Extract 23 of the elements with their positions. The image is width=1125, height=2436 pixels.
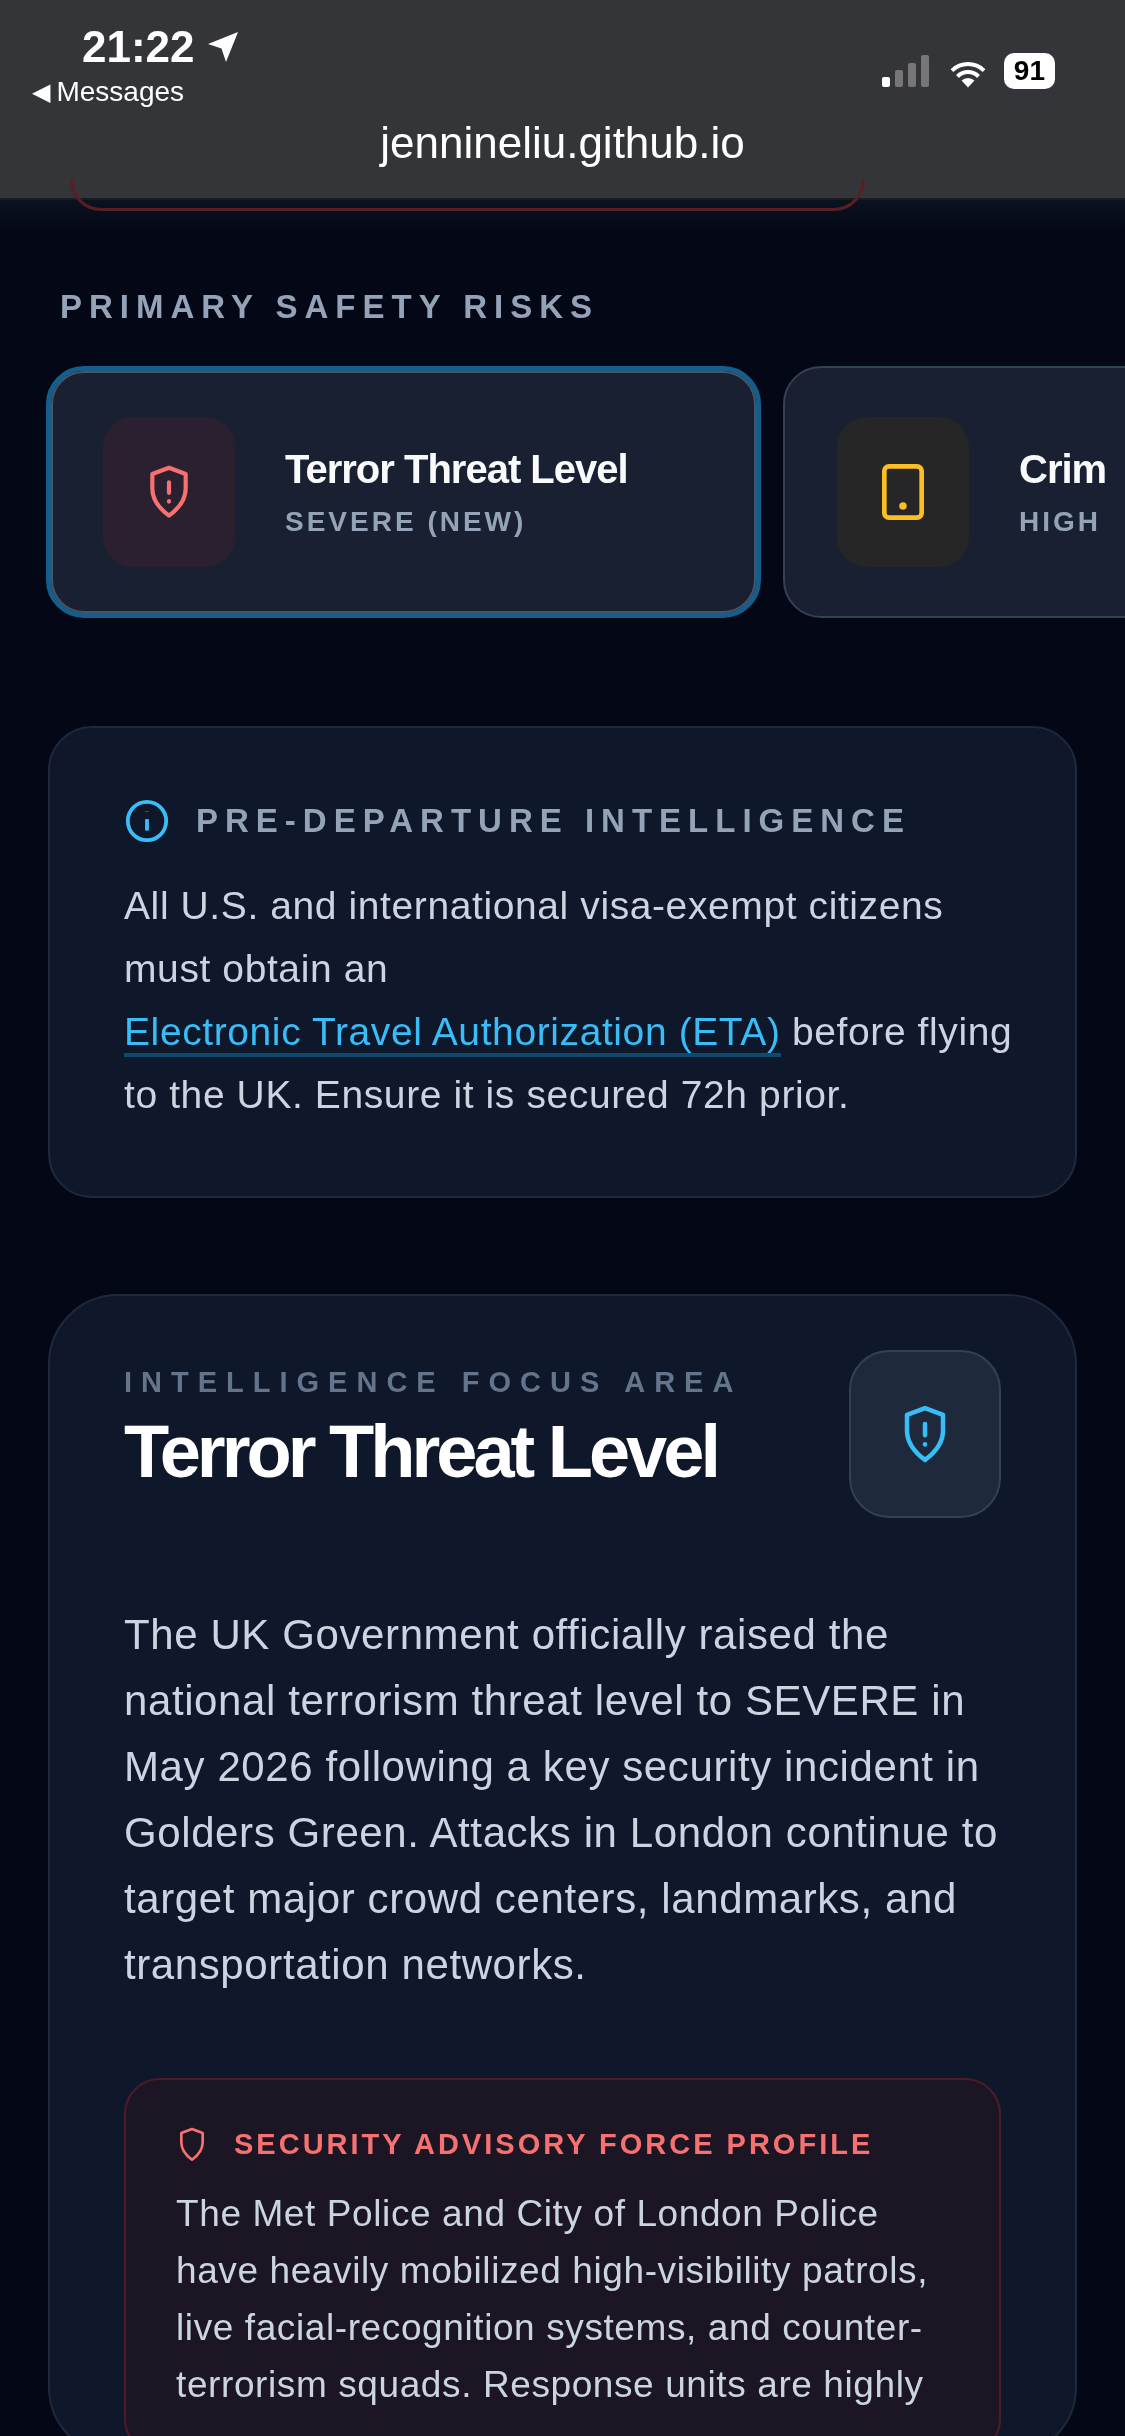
info-icon [124,798,170,844]
risk-title: Crim [1019,446,1107,492]
risk-card[interactable]: Crim HIGH [783,366,1125,618]
tablet-icon [882,464,924,520]
advisory-heading: SECURITY ADVISORY FORCE PROFILE [234,2127,874,2161]
info-text: All U.S. and international visa-exempt citizens must obtain an Electronic Travel Authorization (ETA) before flying to the UK. Ensure it is secured 72h prior. [124,883,1014,1118]
eta-link[interactable]: Electronic Travel Authorization (ETA) [124,1010,781,1057]
address-bar-url[interactable]: jennineliu.github.io [0,118,1125,168]
advisory-text: The Met Police and City of London Police have heavily mobilized high-visibility patrols, live facial-recognition systems, and counter-terrorism squads. Response units are highly [176,2191,930,2407]
focus-text: The UK Government officially raised the national terrorism threat level to SEVERE in May 2026 following a key security incident in Golders Green. Attacks in London continue to target major crowd centers, landmarks, and transportation networks. [124,1610,999,1990]
signal-icon [881,55,932,87]
status-time: 21:22 [82,22,195,72]
focus-eyebrow: INTELLIGENCE FOCUS AREA [124,1366,743,1399]
back-arrow[interactable]: ◀ [32,78,51,106]
info-heading: PRE-DEPARTURE INTELLIGENCE [196,802,911,840]
risk-title: Terror Threat Level [285,446,628,492]
risk-level: SEVERE (NEW) [285,505,528,538]
focus-title: Terror Threat Level [124,1409,718,1494]
section-heading: PRIMARY SAFETY RISKS [60,288,601,326]
back-to-app-link[interactable]: Messages [56,76,185,108]
risk-level: HIGH [1019,505,1102,538]
risk-card[interactable]: Terror Threat Level SEVERE (NEW) [46,366,761,618]
battery-level: 91 [1003,53,1055,89]
